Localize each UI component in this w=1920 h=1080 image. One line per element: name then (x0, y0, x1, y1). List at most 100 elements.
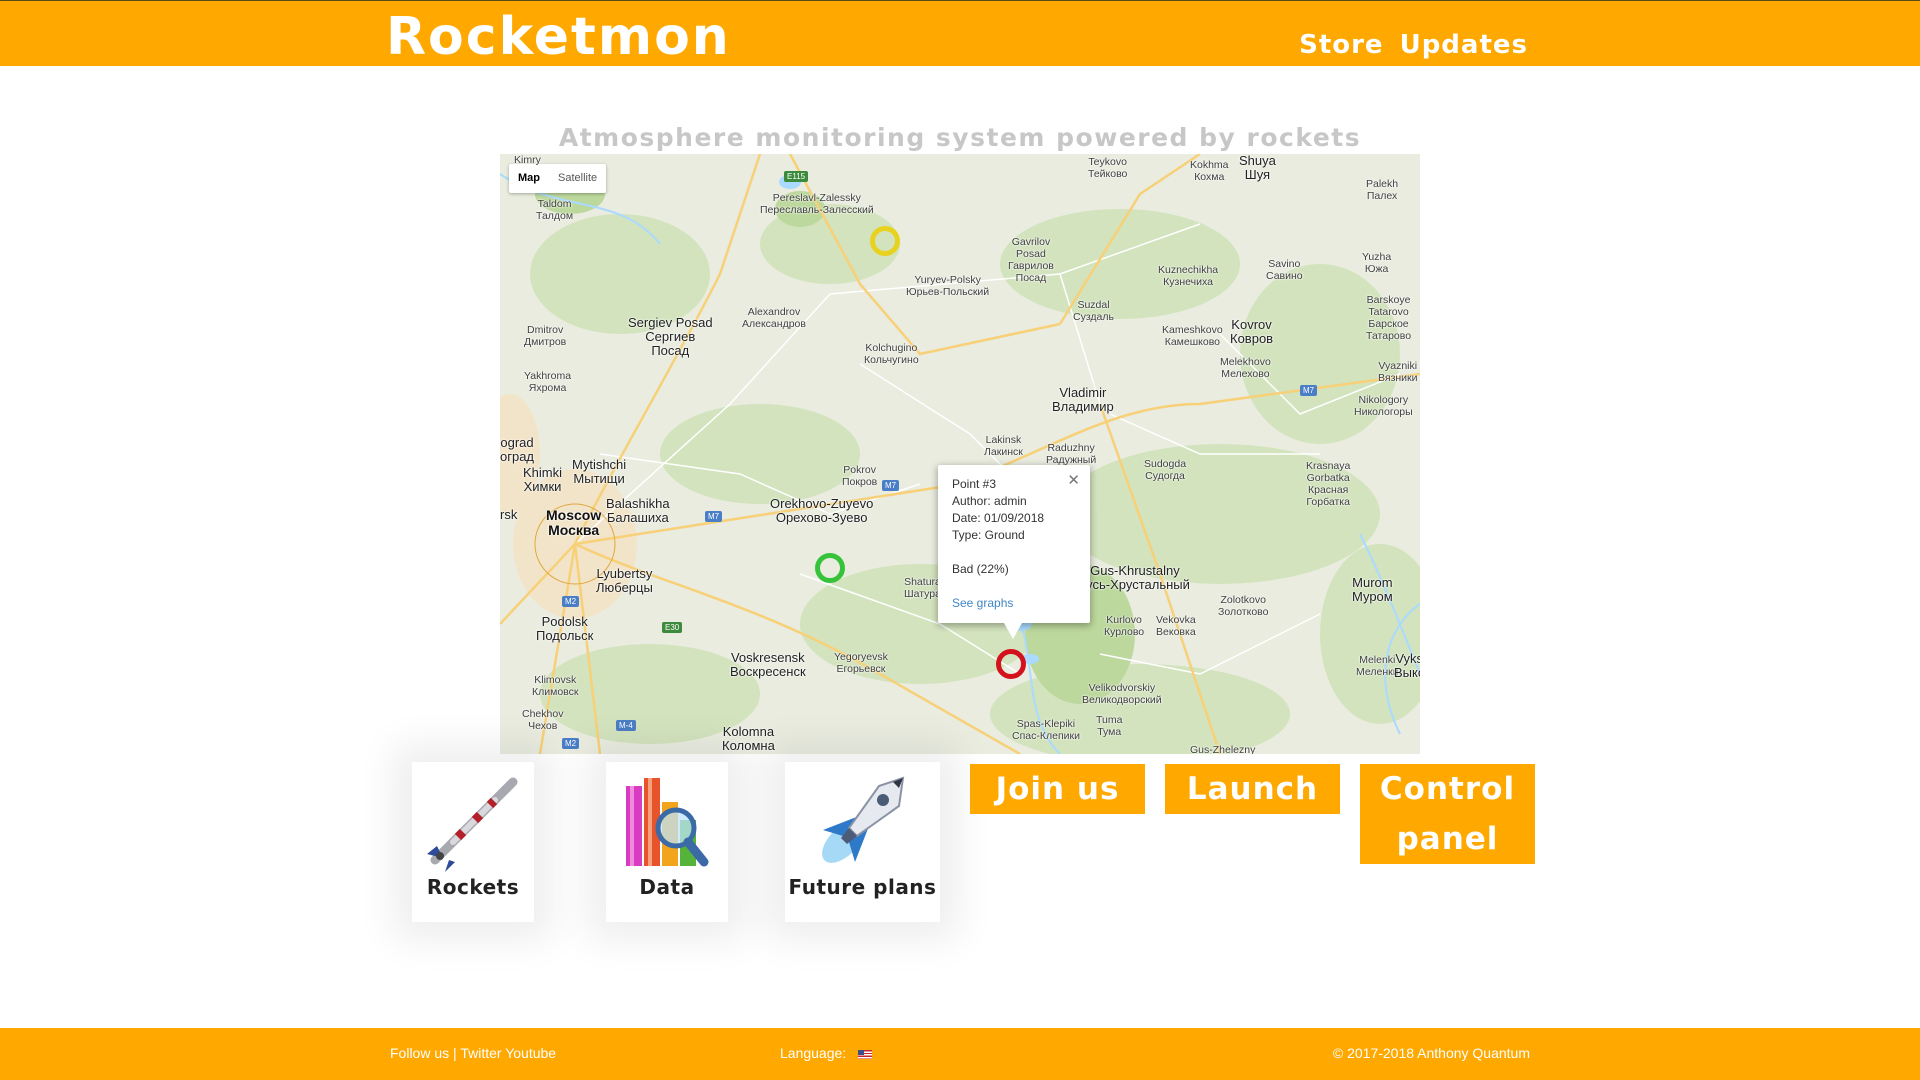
place-label: Raduzhny Радужный (1046, 442, 1097, 466)
place-label: Murom Муром (1352, 575, 1393, 604)
twitter-link[interactable]: Twitter (460, 1045, 501, 1061)
place-label: Barskoye Tatarovo Барское Татарово (1366, 294, 1412, 342)
map[interactable]: Map Satellite E115 M7 M7 M7 M2 E30 M2 M-… (500, 154, 1420, 754)
tagline: Atmosphere monitoring system powered by … (558, 123, 1362, 152)
control-panel-button[interactable]: Control panel (1360, 764, 1535, 864)
map-marker-point-2[interactable] (815, 553, 845, 583)
place-label: Balashikha Балашиха (606, 496, 670, 525)
map-marker-point-3[interactable] (996, 649, 1026, 679)
place-label: Yuryev-Polsky Юрьев-Польский (906, 274, 990, 298)
place-label: Spas-Klepiki Спас-Клепики (1012, 718, 1080, 742)
place-label: Teykovo Тейково (1088, 156, 1128, 180)
place-label: Savino Савино (1266, 258, 1303, 282)
place-label: Melenki Меленки (1356, 654, 1399, 678)
place-label: Krasnaya Gorbatka Красная Горбатка (1306, 460, 1351, 508)
place-label: Zolotkovo Золотково (1218, 594, 1269, 618)
map-type-satellite-button[interactable]: Satellite (549, 164, 606, 193)
footer-language: Language: (780, 1045, 873, 1061)
place-label: Palekh Палех (1366, 178, 1399, 202)
youtube-link[interactable]: Youtube (505, 1045, 556, 1061)
road-badge: M7 (705, 511, 723, 522)
language-label: Language: (780, 1045, 847, 1061)
place-label: Kuznechikha Кузнечиха (1158, 264, 1219, 288)
info-author: Author: admin (952, 494, 1027, 508)
place-label: Voskresensk Воскресенск (730, 650, 806, 679)
header: Rocketmon Store Updates (0, 0, 1920, 69)
place-label: Sudogda Судогда (1144, 458, 1187, 482)
road-badge: E115 (784, 171, 809, 182)
place-label: Vyazniki Вязники (1378, 360, 1418, 384)
place-label: Suzdal Суздаль (1073, 299, 1114, 323)
info-type: Type: Ground (952, 528, 1025, 542)
place-label: ograd оград (500, 435, 535, 464)
map-marker-point-1[interactable] (870, 226, 900, 256)
map-info-window: ✕ Point #3 Author: admin Date: 01/09/201… (938, 465, 1090, 639)
close-icon[interactable]: ✕ (1067, 471, 1080, 489)
tile-data[interactable]: Data (606, 762, 728, 922)
launch-button[interactable]: Launch (1165, 764, 1340, 814)
place-label: Kolchugino Кольчугино (864, 342, 919, 366)
info-date: Date: 01/09/2018 (952, 511, 1045, 525)
rocket-icon (427, 777, 518, 872)
place-label: Nikologory Никологоры (1354, 394, 1413, 418)
place-label: Mytishchi Мытищи (572, 457, 627, 486)
join-us-button[interactable]: Join us (970, 764, 1145, 814)
control-panel-label-line-2: panel (1396, 821, 1499, 857)
tile-rockets[interactable]: Rockets (412, 762, 534, 922)
place-label: Kurlovo Курлово (1104, 614, 1145, 638)
place-label: Sergiev Posad Сергиев Посад (628, 315, 713, 358)
bar-chart-magnifier-icon (626, 778, 709, 867)
place-label: Moscow Москва (546, 507, 602, 538)
place-label: Alexandrov Александров (742, 306, 806, 330)
place-label: Shuya Шуя (1239, 154, 1276, 182)
place-label: Kameshkovo Камешково (1162, 324, 1223, 348)
map-type-map-button[interactable]: Map (509, 164, 549, 193)
place-label: Pokrov Покров (842, 464, 878, 488)
place-label: Tuma Тума (1096, 714, 1123, 738)
map-background (500, 154, 1420, 754)
place-label: Melekhovo Мелехово (1220, 356, 1271, 380)
place-label: Gus-Zhelezny (1190, 744, 1256, 754)
tile-future-plans[interactable]: Future plans (785, 762, 940, 922)
see-graphs-link[interactable]: See graphs (952, 596, 1013, 610)
footer-follow: Follow us | Twitter Youtube (390, 1045, 556, 1061)
follow-us-text: Follow us | (390, 1045, 457, 1061)
place-label: Yakhroma Яхрома (524, 370, 572, 394)
place-label: Orekhovo-Zuyevo Орехово-Зуево (770, 496, 874, 525)
place-label: Kimry (514, 154, 541, 166)
road-badge: M7 (1300, 385, 1318, 396)
place-label: Lyubertsy Люберцы (596, 566, 653, 595)
info-point: Point #3 (952, 477, 997, 491)
place-label: Khimki Химки (523, 465, 563, 494)
nav-updates[interactable]: Updates (1400, 30, 1528, 60)
place-label: Yegoryevsk Егорьевск (834, 651, 888, 675)
place-label: Vekovka Вековка (1156, 614, 1196, 638)
road-badge: E30 (662, 622, 683, 633)
tile-label: Future plans (788, 875, 937, 899)
place-label: Dmitrov Дмитров (524, 324, 567, 348)
spaceship-icon (822, 776, 905, 863)
nav-store[interactable]: Store (1299, 30, 1383, 60)
road-badge: M2 (562, 596, 580, 607)
place-label: Pereslavl-Zalessky Переславль-Залесский (760, 192, 874, 216)
place-label: Velikodvorskiy Великодворский (1082, 682, 1162, 706)
place-label: Lakinsk Лакинск (984, 434, 1023, 458)
place-label: Kokhma Кохма (1190, 159, 1229, 183)
place-label: Taldom Талдом (536, 198, 574, 222)
road-badge: M2 (562, 738, 580, 749)
road-badge: M7 (882, 480, 900, 491)
footer: Follow us | Twitter Youtube Language: © … (0, 1028, 1920, 1080)
tile-label: Data (639, 875, 695, 899)
copyright: © 2017-2018 Anthony Quantum (1332, 1045, 1530, 1061)
logo[interactable]: Rocketmon (386, 5, 731, 69)
road-badge: M-4 (616, 720, 636, 731)
us-flag-icon[interactable] (858, 1049, 873, 1059)
map-type-control: Map Satellite (509, 164, 607, 193)
place-label: Yuzha Южа (1362, 251, 1392, 275)
control-panel-label-line-1: Control (1379, 771, 1516, 807)
place-label: Shatura Шатура (904, 576, 941, 600)
place-label: Gus-Khrustalny Гусь-Хрустальный (1080, 563, 1190, 592)
top-nav: Store Updates (1299, 30, 1528, 60)
info-quality: Bad (22%) (952, 562, 1009, 576)
place-label: Vyksa Выкса (1394, 651, 1420, 680)
